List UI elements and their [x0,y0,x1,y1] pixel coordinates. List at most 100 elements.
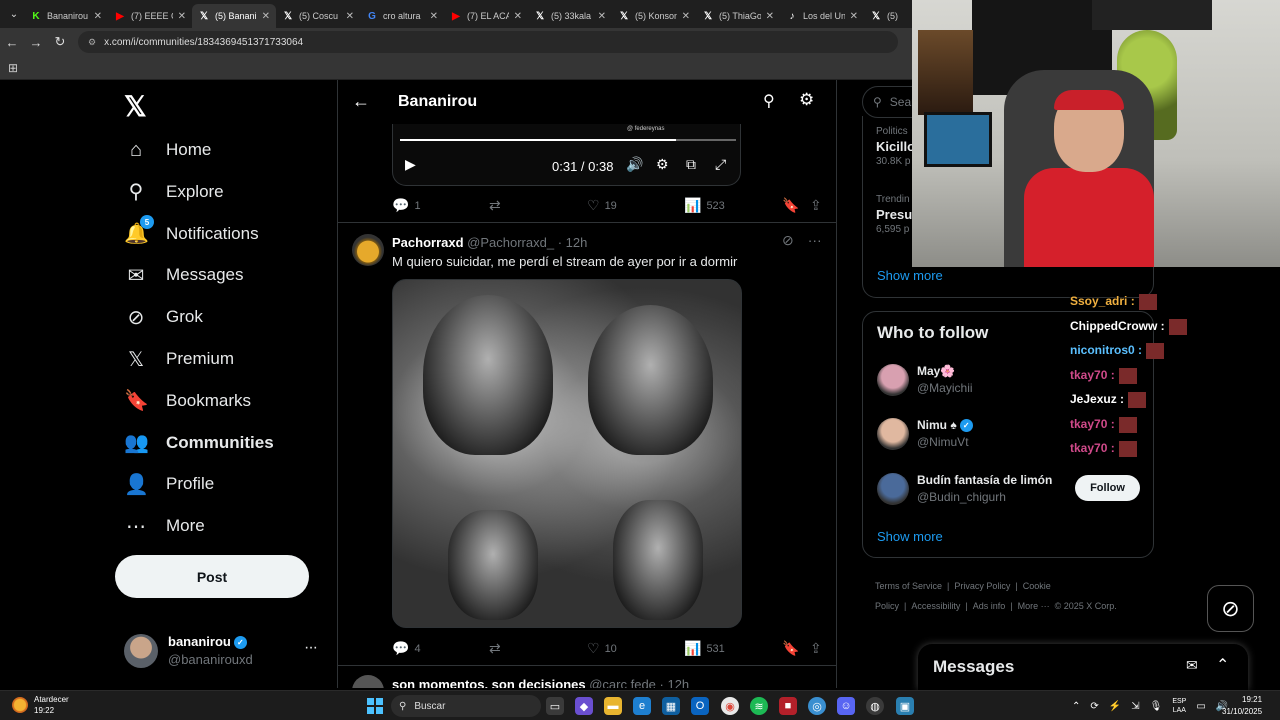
start-button[interactable] [367,698,383,714]
streamer-app-icon[interactable]: ■ [779,697,797,715]
tweet-author-handle[interactable]: @Pachorraxd_ [467,235,554,250]
follow-button[interactable]: Follow [1075,475,1140,501]
gear-icon[interactable]: ⚙ [799,90,814,110]
sync-icon[interactable]: ⟳ [1090,701,1098,712]
reload-icon[interactable]: ↻ [48,34,72,50]
browser-tab[interactable]: ♪ Los del Un ✕ [780,4,864,28]
network-icon[interactable]: ⚡ [1109,701,1121,712]
footer-link[interactable]: Accessibility [911,601,960,611]
bookmark-icon[interactable]: 🔖 [782,640,799,657]
account-switcher[interactable]: bananirou ✓ @bananirouxd ··· [124,633,324,673]
browser-tab[interactable]: ▶ (7) EL ACA ✕ [444,4,528,28]
next-tweet-time[interactable]: · 12h [660,677,690,688]
app-window-icon[interactable]: ▣ [896,697,914,715]
tweet-author-name[interactable]: Pachorraxd [392,235,464,250]
system-clock[interactable]: 19:21 31/10/2025 [1222,694,1262,718]
video-settings-icon[interactable]: ⚙ [656,156,669,173]
close-tab-icon[interactable]: ✕ [262,11,270,22]
copilot-icon[interactable]: ◆ [575,697,593,715]
grok-icon[interactable]: ⊘ [782,232,794,249]
back-icon[interactable]: ← [0,35,24,50]
browser-tab[interactable]: 𝕏 (5) Coscu ✕ [276,4,360,28]
footer-link[interactable]: Ads info [973,601,1006,611]
close-tab-icon[interactable]: ✕ [766,11,774,22]
sidebar-item-bookmarks[interactable]: 🔖 Bookmarks [124,385,251,417]
tweet-image[interactable] [392,279,742,628]
sidebar-item-communities[interactable]: 👥 Communities [124,427,274,459]
views-button[interactable]: 📊 523 [684,197,725,214]
trend-item[interactable]: Trendin Presu 6,595 p [876,194,912,235]
volume-icon[interactable]: 🔊 [626,156,643,173]
retweet-button[interactable]: ⇄ [489,640,501,657]
forward-icon[interactable]: → [24,35,48,50]
browser-tab[interactable]: K Bananirou ✕ [24,4,108,28]
new-message-icon[interactable]: ✉ [1186,657,1198,674]
search-icon[interactable]: ⚲ [763,91,775,111]
sidebar-item-grok[interactable]: ⊘ Grok [124,301,203,333]
footer-link[interactable]: More ··· [1018,601,1050,611]
sidebar-item-more[interactable]: ⋯ More [124,510,205,542]
spotify-icon[interactable]: ≋ [750,697,768,715]
discord-icon[interactable]: ☺ [837,697,855,715]
fullscreen-icon[interactable]: ⤢ [715,156,726,173]
edge-icon[interactable]: e [633,697,651,715]
sidebar-item-home[interactable]: ⌂ Home [124,134,211,166]
browser-tab[interactable]: ▶ (7) EEEE C... ✕ [108,4,192,28]
close-tab-icon[interactable]: ✕ [94,11,102,22]
close-tab-icon[interactable]: ✕ [850,11,858,22]
sidebar-item-messages[interactable]: ✉ Messages [124,259,244,291]
apps-grid-icon[interactable]: ⊞ [8,61,18,75]
post-button[interactable]: Post [115,555,309,598]
outlook-icon[interactable]: O [691,697,709,715]
share-icon[interactable]: ⇪ [810,640,822,657]
close-tab-icon[interactable]: ✕ [514,11,522,22]
display-icon[interactable]: ▭ [1196,701,1205,712]
chrome-icon[interactable]: ◉ [721,697,739,715]
back-arrow-icon[interactable]: ← [352,91,370,112]
browser-tab[interactable]: 𝕏 (5) 33kala ✕ [528,4,612,28]
retweet-button[interactable]: ⇄ [489,197,501,214]
obs-icon[interactable]: ◍ [866,697,884,715]
avatar[interactable] [352,234,384,266]
tray-chevron-icon[interactable]: ⌃ [1072,701,1080,712]
grok-fab-button[interactable]: ⊘ [1207,585,1254,632]
trends-show-more-link[interactable]: Show more [877,268,943,283]
weather-widget[interactable]: Atardecer 19:22 [12,694,69,716]
reply-button[interactable]: 💬 4 [392,640,421,657]
sidebar-item-profile[interactable]: 👤 Profile [124,468,214,500]
video-progress-bar[interactable] [400,139,736,141]
views-button[interactable]: 📊 531 [684,640,725,657]
browser-tab[interactable]: 𝕏 (5) ThiaGo ✕ [696,4,780,28]
mic-icon[interactable]: 🎙 [1150,701,1163,712]
globe-app-icon[interactable]: ◎ [808,697,826,715]
bookmark-icon[interactable]: 🔖 [782,197,799,214]
reply-button[interactable]: 💬 1 [392,197,421,214]
task-view-icon[interactable]: ▭ [546,697,564,715]
taskbar-search[interactable]: ⚲ Buscar [391,695,541,717]
tab-list-chevron-icon[interactable]: ⌄ [4,9,24,20]
like-button[interactable]: ♡ 19 [587,197,617,214]
file-explorer-icon[interactable]: ▬ [604,697,622,715]
browser-tab[interactable]: Gcro altura ✕ [360,4,444,28]
play-icon[interactable]: ▶ [405,156,416,173]
close-tab-icon[interactable]: ✕ [346,11,354,22]
language-indicator[interactable]: ESP LAA [1172,697,1186,715]
messages-drawer[interactable]: Messages ✉ ⌃ [918,644,1248,690]
footer-link[interactable]: © 2025 X Corp. [1055,601,1117,611]
close-tab-icon[interactable]: ✕ [178,11,186,22]
share-icon[interactable]: ⇪ [810,197,822,214]
video-player[interactable]: @ federeynas ▶ 0:31 / 0:38 🔊 ⚙ ⧉ ⤢ [392,124,741,186]
close-tab-icon[interactable]: ✕ [430,11,438,22]
next-tweet-handle[interactable]: @carc fede [589,677,656,688]
store-icon[interactable]: ▦ [662,697,680,715]
expand-chevron-icon[interactable]: ⌃ [1216,655,1229,675]
footer-link[interactable]: Privacy Policy [954,581,1010,591]
sidebar-item-explore[interactable]: ⚲ Explore [124,176,224,208]
sidebar-item-premium[interactable]: 𝕏 Premium [124,343,234,375]
like-button[interactable]: ♡ 10 [587,640,617,657]
avatar[interactable] [352,675,384,688]
address-bar[interactable]: ⚙ x.com/i/communities/183436945137173306… [78,31,898,53]
account-menu-icon[interactable]: ··· [304,639,318,657]
trend-item[interactable]: Politics Kicillo 30.8K p [876,126,915,167]
tweet-time[interactable]: 12h [566,235,588,250]
